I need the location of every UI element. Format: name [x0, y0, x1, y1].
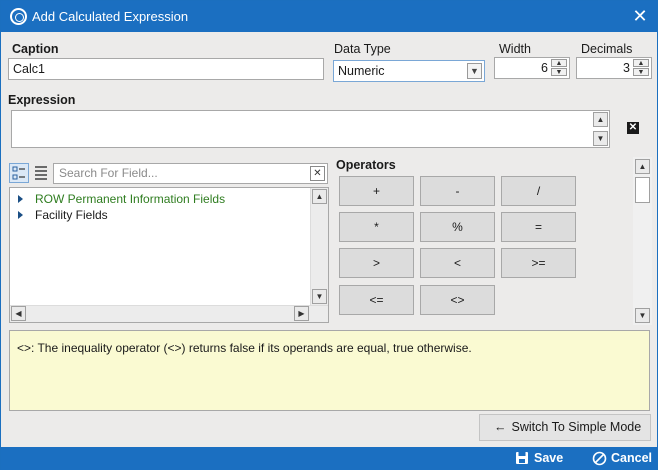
switch-mode-label: Switch To Simple Mode — [511, 420, 642, 434]
data-type-value: Numeric — [338, 64, 385, 78]
tree-item-label: ROW Permanent Information Fields — [35, 192, 226, 206]
scroll-right-icon[interactable]: ▶ — [294, 306, 309, 321]
save-button[interactable]: Save — [515, 447, 579, 470]
operator-description: <>: The inequality operator (<>) returns… — [9, 330, 650, 411]
title-bar: Add Calculated Expression ✕ — [1, 1, 657, 32]
list-view-toggle[interactable] — [32, 163, 52, 183]
tree-vertical-scrollbar[interactable]: ▲ ▼ — [310, 188, 328, 306]
operator-divide-button[interactable]: / — [501, 176, 576, 206]
app-icon — [10, 8, 27, 25]
width-decrement-icon[interactable]: ▼ — [551, 68, 567, 76]
cancel-icon — [592, 451, 607, 466]
chevron-down-icon[interactable]: ▼ — [467, 63, 482, 79]
cancel-button[interactable]: Cancel — [592, 447, 654, 470]
scroll-thumb[interactable] — [635, 177, 650, 203]
decimals-value: 3 — [623, 61, 630, 75]
tree-view-icon — [12, 166, 25, 180]
list-view-icon — [35, 166, 47, 180]
scroll-left-icon[interactable]: ◀ — [11, 306, 26, 321]
operators-scrollbar[interactable]: ▲ ▼ — [633, 157, 652, 325]
scroll-down-icon[interactable]: ▼ — [312, 289, 327, 304]
expression-scroll-down-icon[interactable]: ▼ — [593, 131, 608, 146]
tree-item-label: Facility Fields — [35, 208, 108, 222]
tree-item-row-permanent[interactable]: ROW Permanent Information Fields — [18, 191, 225, 207]
operator-minus-button[interactable]: - — [420, 176, 495, 206]
decimals-decrement-icon[interactable]: ▼ — [633, 68, 649, 76]
scroll-up-icon[interactable]: ▲ — [312, 189, 327, 204]
operator-less-than-button[interactable]: < — [420, 248, 495, 278]
scroll-up-icon[interactable]: ▲ — [635, 159, 650, 174]
expression-input[interactable]: ▲ ▼ — [11, 110, 610, 148]
tree-item-facility-fields[interactable]: Facility Fields — [18, 207, 108, 223]
caption-label: Caption — [12, 42, 59, 56]
switch-to-simple-mode-button[interactable]: ← Switch To Simple Mode — [479, 414, 651, 441]
expression-scroll-up-icon[interactable]: ▲ — [593, 112, 608, 127]
operator-less-equal-button[interactable]: <= — [339, 285, 414, 315]
data-type-label: Data Type — [334, 42, 391, 56]
tree-view-toggle[interactable] — [9, 163, 29, 183]
expand-arrow-icon[interactable] — [18, 195, 23, 203]
close-icon[interactable]: ✕ — [629, 5, 651, 27]
expand-arrow-icon[interactable] — [18, 211, 23, 219]
operator-equals-button[interactable]: = — [501, 212, 576, 242]
operator-greater-than-button[interactable]: > — [339, 248, 414, 278]
width-increment-icon[interactable]: ▲ — [551, 59, 567, 67]
expression-label: Expression — [8, 93, 76, 107]
window-title: Add Calculated Expression — [32, 9, 189, 24]
operator-multiply-button[interactable]: * — [339, 212, 414, 242]
clear-search-icon[interactable]: ✕ — [310, 166, 325, 181]
tree-horizontal-scrollbar[interactable]: ◀ ▶ — [10, 305, 328, 322]
search-placeholder: Search For Field... — [59, 166, 158, 180]
cancel-label: Cancel — [611, 451, 652, 465]
operator-greater-equal-button[interactable]: >= — [501, 248, 576, 278]
clear-expression-icon[interactable]: ✕ — [627, 122, 639, 134]
operator-plus-button[interactable]: + — [339, 176, 414, 206]
width-value: 6 — [541, 61, 548, 75]
decimals-increment-icon[interactable]: ▲ — [633, 59, 649, 67]
data-type-select[interactable]: Numeric ▼ — [333, 60, 485, 82]
operator-modulo-button[interactable]: % — [420, 212, 495, 242]
decimals-label: Decimals — [581, 42, 633, 56]
decimals-stepper[interactable]: 3 ▲ ▼ — [576, 57, 652, 79]
caption-input[interactable]: Calc1 — [8, 58, 324, 80]
field-search-input[interactable]: Search For Field... ✕ — [53, 163, 328, 184]
operators-label: Operators — [336, 158, 396, 172]
width-stepper[interactable]: 6 ▲ ▼ — [494, 57, 570, 79]
footer-bar: Save Cancel — [1, 447, 657, 470]
scroll-down-icon[interactable]: ▼ — [635, 308, 650, 323]
arrow-left-icon: ← — [494, 420, 507, 434]
save-label: Save — [534, 451, 564, 465]
width-label: Width — [499, 42, 531, 56]
dialog-window: Add Calculated Expression ✕ Caption Calc… — [0, 0, 658, 470]
save-icon — [516, 452, 528, 464]
operator-not-equal-button[interactable]: <> — [420, 285, 495, 315]
field-tree: ROW Permanent Information Fields Facilit… — [9, 187, 329, 323]
